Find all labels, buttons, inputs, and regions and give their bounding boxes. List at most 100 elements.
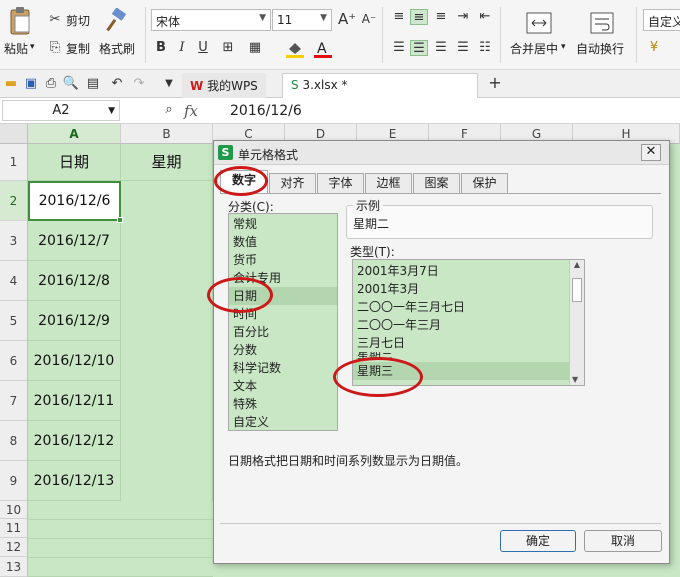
export-pdf-icon[interactable]: ▤ [84,76,102,92]
list-item-currency[interactable]: 货币 [229,251,337,269]
copy-button[interactable]: 复制 [66,40,90,57]
list-item-text[interactable]: 文本 [229,377,337,395]
tab-protection[interactable]: 保护 [461,173,508,193]
formula-input[interactable]: 2016/12/6 [230,103,302,119]
dialog-titlebar[interactable]: S 单元格格式 ✕ [214,141,669,165]
list-item-general[interactable]: 常规 [229,215,337,233]
align-center-icon[interactable]: ☰ [410,40,428,56]
font-color-icon[interactable]: A [312,39,334,59]
currency-icon[interactable]: ¥ [645,40,663,56]
cell-a9[interactable]: 2016/12/13 [28,461,121,501]
font-shrink-icon[interactable]: A⁻ [360,11,378,27]
align-right-icon[interactable]: ☰ [432,40,450,56]
search-icon[interactable]: ⌕ [160,102,178,118]
list-item[interactable]: 二〇〇一年三月 [353,316,584,334]
font-name-select[interactable]: 宋体 ▼ [151,9,271,31]
row-header[interactable]: 4 [0,261,28,301]
chevron-down-icon[interactable]: ▾ [561,42,566,52]
cell-a5[interactable]: 2016/12/9 [28,301,121,341]
list-item-number[interactable]: 数值 [229,233,337,251]
list-item-percentage[interactable]: 百分比 [229,323,337,341]
tab-border[interactable]: 边框 [365,173,412,193]
list-item[interactable]: 2001年3月 [353,280,584,298]
close-icon[interactable]: ✕ [641,144,661,161]
font-grow-icon[interactable]: A⁺ [338,11,356,27]
scrollbar-thumb[interactable] [572,278,582,302]
wrap-text-icon[interactable] [590,12,614,34]
tab-alignment[interactable]: 对齐 [269,173,316,193]
row-header[interactable]: 6 [0,341,28,381]
tab-pattern[interactable]: 图案 [413,173,460,193]
underline-icon[interactable]: U [194,40,212,56]
scissors-icon[interactable]: ✂ [46,12,64,28]
merge-center-icon[interactable] [526,12,552,34]
format-painter-icon[interactable] [104,7,130,34]
cell-a2-selected[interactable]: 2016/12/6 [28,181,121,221]
row-header[interactable]: 8 [0,421,28,461]
cell-a3[interactable]: 2016/12/7 [28,221,121,261]
cell-a1[interactable]: 日期 [28,144,121,181]
row-header[interactable]: 7 [0,381,28,421]
align-bottom-icon[interactable]: ≡ [432,9,450,25]
distributed-icon[interactable]: ☷ [476,40,494,56]
number-format-select[interactable]: 自定义 [643,9,680,31]
copy-icon[interactable]: ⎘ [46,40,64,56]
row-header[interactable]: 3 [0,221,28,261]
column-header-a[interactable]: A [28,124,121,144]
ok-button[interactable]: 确定 [500,530,576,552]
list-item-special[interactable]: 特殊 [229,395,337,413]
cell-fill-pattern-icon[interactable]: ▦ [246,40,264,56]
align-top-icon[interactable]: ≡ [390,9,408,25]
cell-a7[interactable]: 2016/12/11 [28,381,121,421]
row-header[interactable]: 13 [0,557,28,577]
italic-icon[interactable]: I [173,40,191,56]
list-item[interactable]: 2001年3月7日 [353,262,584,280]
merge-center-button[interactable]: 合并居中 [510,40,558,57]
chevron-down-icon[interactable]: ▼ [160,76,178,92]
save-icon[interactable]: ▣ [22,76,40,92]
cell-a6[interactable]: 2016/12/10 [28,341,121,381]
select-all-corner[interactable] [0,124,28,144]
fill-color-icon[interactable] [284,39,306,59]
name-box[interactable]: A2 ▼ [2,100,120,121]
cell-a4[interactable]: 2016/12/8 [28,261,121,301]
row-header[interactable]: 1 [0,144,28,181]
empty-cells[interactable] [28,501,213,577]
undo-icon[interactable]: ↶ [108,76,126,92]
list-item-scientific[interactable]: 科学记数 [229,359,337,377]
cancel-button[interactable]: 取消 [584,530,662,552]
justify-icon[interactable]: ☰ [454,40,472,56]
category-list[interactable]: 常规 数值 货币 会计专用 日期 时间 百分比 分数 科学记数 文本 特殊 自定… [228,213,338,431]
font-size-select[interactable]: 11 ▼ [272,9,332,31]
bold-icon[interactable]: B [152,40,170,56]
print-icon[interactable]: ⎙ [42,76,60,92]
new-tab-icon[interactable]: + [486,75,504,91]
paste-icon[interactable] [6,6,34,36]
column-header-b[interactable]: B [121,124,213,144]
paste-dropdown-icon[interactable]: ▾ [30,42,35,52]
print-preview-icon[interactable]: 🔍 [62,76,80,92]
list-item-custom[interactable]: 自定义 [229,413,337,431]
border-icon[interactable]: ⊞ [219,40,237,56]
row-header[interactable]: 5 [0,301,28,341]
indent-icon[interactable]: ⇥ [454,9,472,25]
cell-a8[interactable]: 2016/12/12 [28,421,121,461]
outdent-icon[interactable]: ⇤ [476,9,494,25]
folder-icon[interactable]: ▬ [2,76,20,92]
tab-my-wps[interactable]: W 我的WPS [182,73,266,98]
row-header[interactable]: 9 [0,461,28,501]
row-header[interactable]: 12 [0,538,28,557]
list-item[interactable]: 三月七日 [353,334,584,352]
cell-b1[interactable]: 星期 [121,144,213,181]
row-header[interactable]: 2 [0,181,28,221]
list-item-fraction[interactable]: 分数 [229,341,337,359]
tab-font[interactable]: 字体 [317,173,364,193]
paste-button[interactable]: 粘贴 [4,40,28,57]
scroll-up-icon[interactable]: ▲ [570,260,584,269]
redo-icon[interactable]: ↷ [130,76,148,92]
row-header[interactable]: 10 [0,501,28,519]
scroll-down-icon[interactable]: ▼ [572,375,578,384]
row-header[interactable]: 11 [0,519,28,538]
align-middle-icon[interactable]: ≡ [410,9,428,25]
type-list-scrollbar[interactable]: ▲ ▼ [569,260,584,385]
